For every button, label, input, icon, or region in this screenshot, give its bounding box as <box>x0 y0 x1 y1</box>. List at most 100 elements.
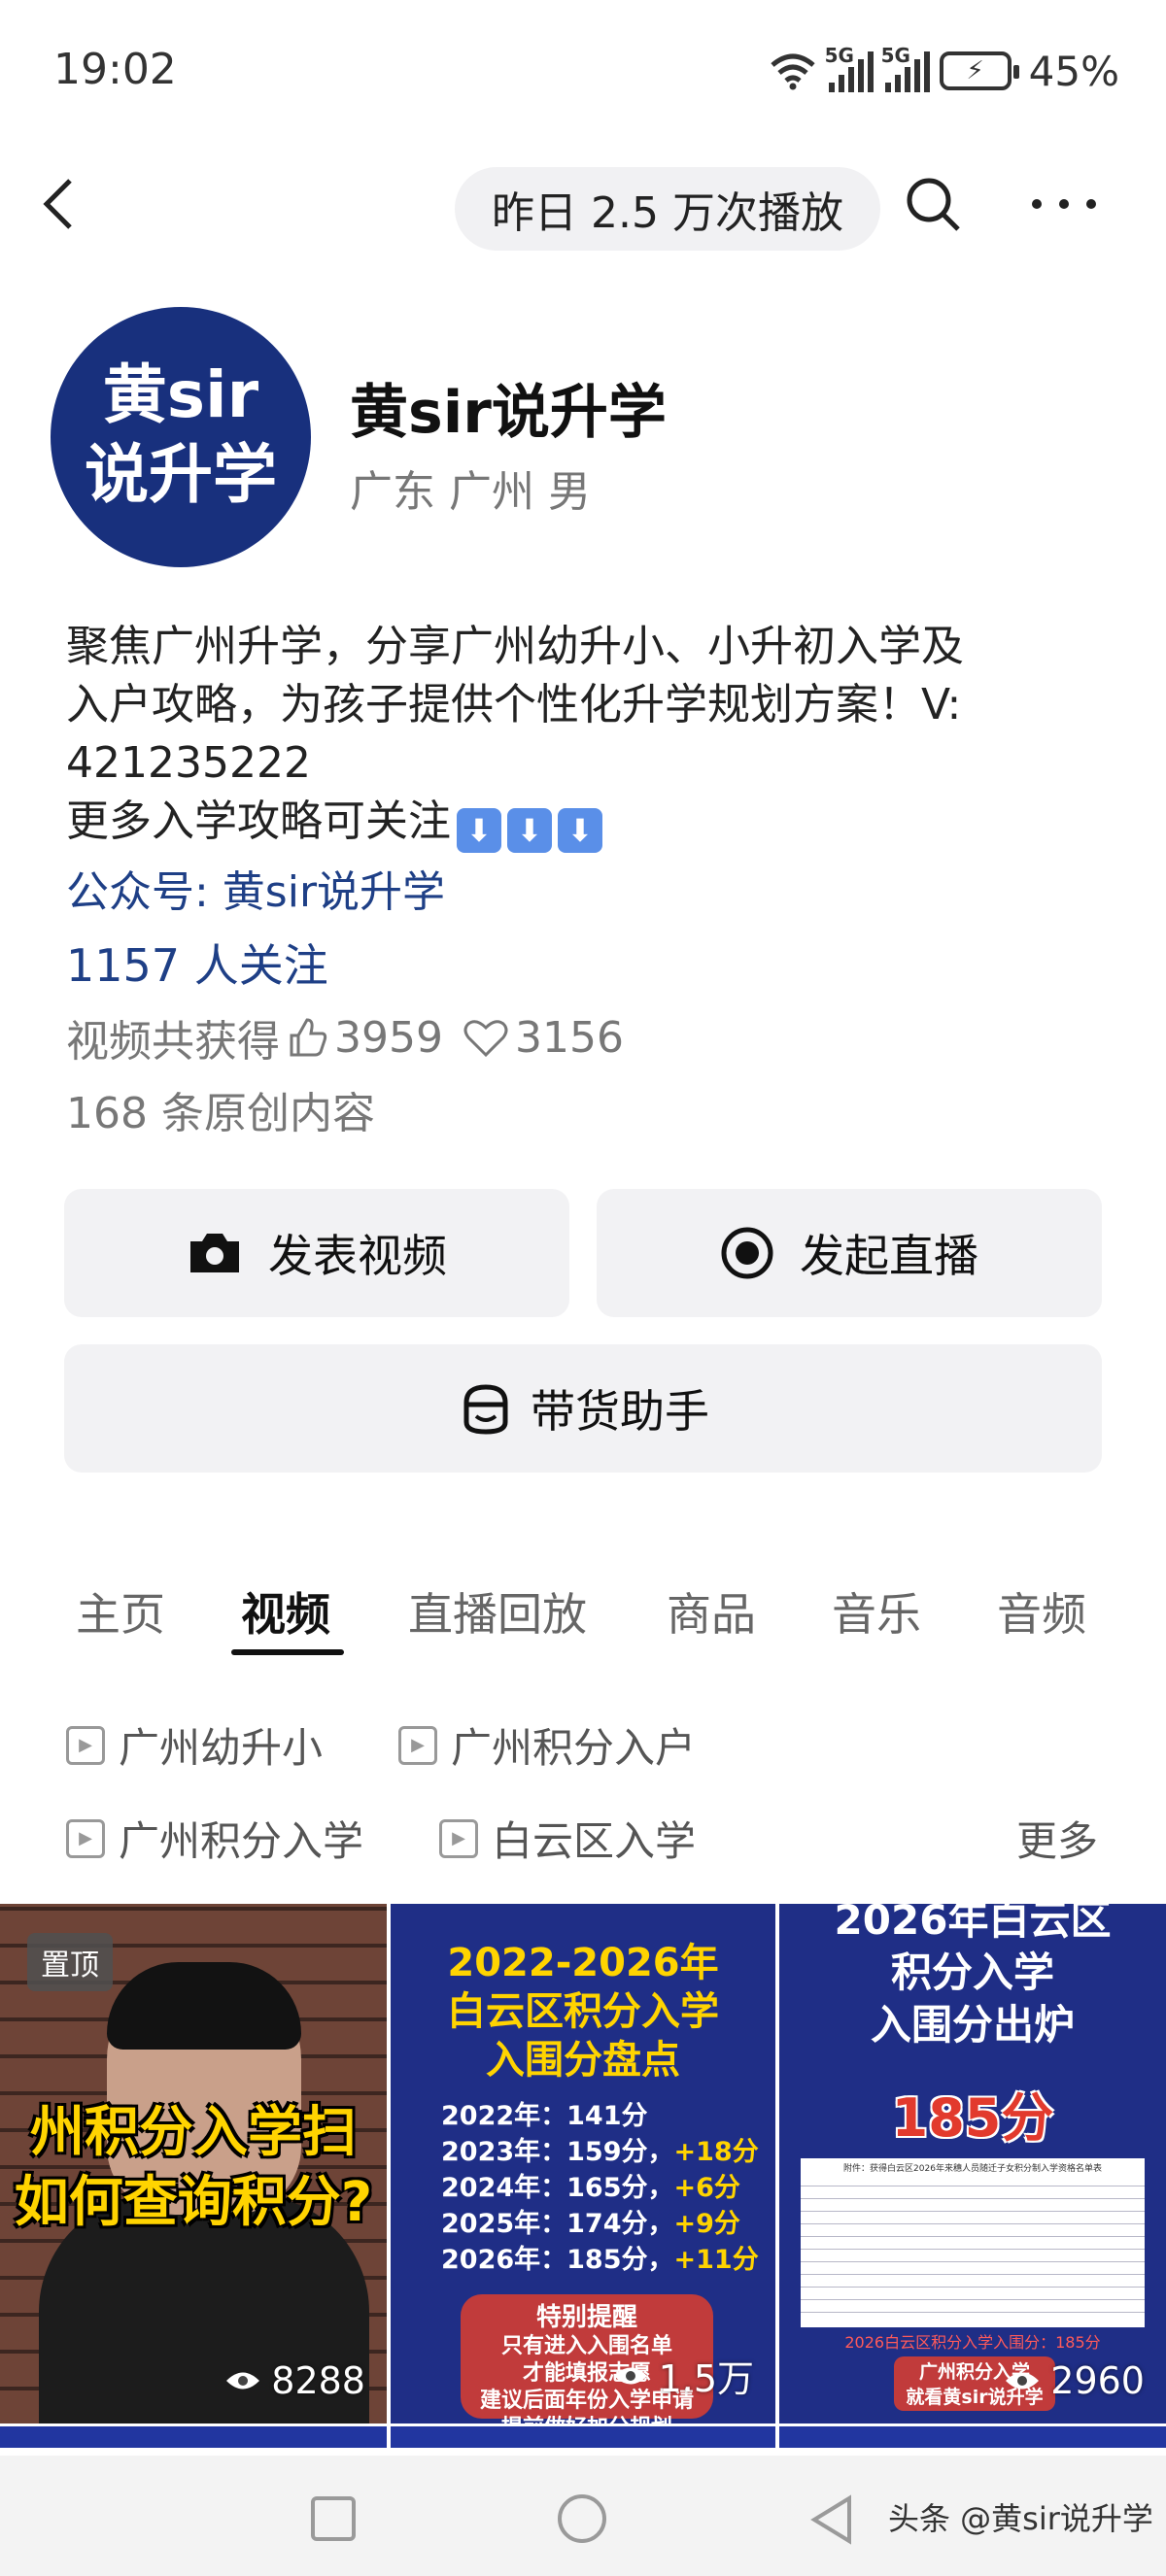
original-content-count: 168 条原创内容 <box>66 1089 375 1138</box>
signal-icon-2: 5G <box>881 44 930 92</box>
wifi-icon <box>771 53 815 90</box>
table-caption: 2026白云区积分入学入围分：185分 <box>844 2333 1101 2352</box>
eye-icon <box>613 2367 647 2384</box>
collection-label: 广州幼升小 <box>119 1724 324 1772</box>
profile-name: 黄sir说升学 <box>350 379 667 447</box>
status-icons: 5G 5G ⚡ 45% <box>769 44 1119 95</box>
person-hair <box>107 1962 301 2050</box>
view-count: 1.5万 <box>612 2349 754 2402</box>
video-card[interactable]: 2022-2026年 白云区积分入学 入围分盘点 2022年：141分 2023… <box>391 1904 775 2423</box>
search-icon[interactable] <box>904 175 962 233</box>
caption-line: 如何查询积分? <box>14 2171 373 2234</box>
profile-tabs: 主页 视频 直播回放 商品 音乐 音频 <box>0 1568 1166 1665</box>
profile-bio: 聚焦广州升学，分享广州幼升小、小升初入学及 入户攻略，为孩子提供个性化升学规划方… <box>66 618 1115 853</box>
thumbnail-title: 2026年白云区 积分入学 入围分出炉 <box>834 1904 1112 2049</box>
playlist-icon: ▶ <box>66 1725 105 1765</box>
post-video-button[interactable]: 发表视频 <box>64 1189 569 1317</box>
score-row: 2025年：174分，+9分 <box>441 2209 740 2239</box>
top-nav: 昨日 2.5 万次播放 <box>0 155 1166 253</box>
back-triangle-icon[interactable] <box>803 2491 861 2549</box>
down-arrow-icon: ⬇ <box>457 808 501 853</box>
video-card[interactable]: 置顶 州积分入学扫 如何查询积分? 8288 <box>0 1904 387 2423</box>
playlist-icon: ▶ <box>66 1818 105 1858</box>
bio-line: 421235222 <box>66 738 311 788</box>
score-row: 2024年：165分，+6分 <box>441 2173 740 2203</box>
tab-audio[interactable]: 音频 <box>997 1579 1086 1644</box>
more-options-icon[interactable] <box>1025 175 1103 233</box>
down-arrow-icon: ⬇ <box>507 808 552 853</box>
system-nav-bar: 头条 @黄sir说升学 <box>0 2456 1166 2576</box>
plays-yesterday-pill[interactable]: 昨日 2.5 万次播放 <box>455 167 880 251</box>
tab-home[interactable]: 主页 <box>76 1579 165 1644</box>
likes-summary: 视频共获得 3959 3156 <box>66 1006 624 1068</box>
collections-more-link[interactable]: 更多 <box>1016 1809 1098 1868</box>
avatar-text-line1: 黄sir <box>102 357 259 432</box>
camera-icon <box>190 1234 239 1272</box>
collection-label: 白云区入学 <box>492 1817 697 1865</box>
shop-assistant-button[interactable]: 带货助手 <box>64 1344 1102 1473</box>
watermark: 头条 @黄sir说升学 <box>888 2500 1153 2537</box>
signal-icon: 5G <box>825 44 874 92</box>
next-row-peek <box>0 2426 387 2448</box>
tab-music[interactable]: 音乐 <box>832 1579 921 1644</box>
collection-item[interactable]: ▶ 白云区入学 <box>439 1809 696 1868</box>
caption-line: 州积分入学扫 <box>30 2101 357 2164</box>
next-row-peek <box>779 2426 1166 2448</box>
tab-products[interactable]: 商品 <box>667 1579 756 1644</box>
wechat-official-link[interactable]: 公众号: 黄sir说升学 <box>66 857 445 919</box>
shop-assistant-label: 带货助手 <box>531 1385 709 1438</box>
home-icon[interactable] <box>558 2494 606 2543</box>
battery-level: 45% <box>1028 47 1119 95</box>
back-icon[interactable] <box>39 175 97 233</box>
pinned-badge: 置顶 <box>27 1933 113 1991</box>
go-live-button[interactable]: 发起直播 <box>597 1189 1102 1317</box>
playlist-icon: ▶ <box>439 1818 478 1858</box>
hearts-count: 3156 <box>514 1012 624 1063</box>
score-list: 2022年：141分 2023年：159分，+18分 2024年：165分，+6… <box>441 2098 759 2278</box>
collection-item[interactable]: ▶ 广州积分入户 <box>398 1715 696 1775</box>
tab-videos[interactable]: 视频 <box>241 1579 330 1644</box>
thumbnail-title: 2022-2026年 白云区积分入学 入围分盘点 <box>447 1941 719 2083</box>
video-grid: 置顶 州积分入学扫 如何查询积分? 8288 2022-2026年 白云区积分入… <box>0 1904 1166 2448</box>
admission-score: 185分 <box>891 2087 1054 2149</box>
collection-item[interactable]: ▶ 广州积分入学 <box>66 1809 363 1868</box>
status-bar: 19:02 5G 5G ⚡ 45% <box>0 0 1166 146</box>
avatar-text-line2: 说升学 <box>85 437 277 512</box>
bio-line: 更多入学攻略可关注 ⬇ ⬇ ⬇ <box>66 793 1115 853</box>
thumbs-up-icon <box>290 1018 327 1057</box>
tab-live-replay[interactable]: 直播回放 <box>408 1579 587 1644</box>
admission-table: 附件：获得白云区2026年来穗人员随迁子女积分制入学资格名单表 <box>801 2158 1145 2327</box>
post-video-label: 发表视频 <box>268 1230 447 1282</box>
collection-label: 广州积分入学 <box>119 1817 364 1865</box>
next-row-peek <box>391 2426 775 2448</box>
score-row: 2022年：141分 <box>441 2101 648 2131</box>
bio-line: 入户攻略，为孩子提供个性化升学规划方案！V: <box>66 680 962 729</box>
clock: 19:02 <box>53 45 177 94</box>
collection-item[interactable]: ▶ 广州幼升小 <box>66 1715 323 1775</box>
active-tab-indicator <box>231 1649 344 1655</box>
bio-line: 聚焦广州升学，分享广州幼升小、小升初入学及 <box>66 622 964 671</box>
live-record-icon <box>721 1227 773 1279</box>
avatar[interactable]: 黄sir 说升学 <box>51 307 311 567</box>
battery-icon: ⚡ <box>939 51 1019 90</box>
likes-label: 视频共获得 <box>66 1017 280 1067</box>
profile-location: 广东 广州 男 <box>350 467 591 517</box>
recent-apps-icon[interactable] <box>311 2496 356 2541</box>
view-count: 2960 <box>1004 2359 1145 2402</box>
likes-count: 3959 <box>334 1012 443 1063</box>
heart-icon <box>463 1020 508 1058</box>
eye-icon <box>226 2372 260 2390</box>
shop-assistant-icon <box>463 1384 508 1435</box>
playlist-icon: ▶ <box>398 1725 437 1765</box>
video-caption: 州积分入学扫 如何查询积分? <box>0 2098 387 2238</box>
go-live-label: 发起直播 <box>800 1230 978 1282</box>
table-title: 附件：获得白云区2026年来穗人员随迁子女积分制入学资格名单表 <box>843 2164 1102 2174</box>
score-row: 2023年：159分，+18分 <box>441 2137 759 2167</box>
collection-label: 广州积分入户 <box>451 1724 697 1772</box>
score-row: 2026年：185分，+11分 <box>441 2245 759 2275</box>
eye-icon <box>1006 2372 1040 2390</box>
followers-count[interactable]: 1157 人关注 <box>66 931 328 995</box>
down-arrow-icon: ⬇ <box>558 808 602 853</box>
video-card[interactable]: 2026年白云区 积分入学 入围分出炉 185分 附件：获得白云区2026年来穗… <box>779 1904 1166 2423</box>
view-count: 8288 <box>224 2359 365 2402</box>
